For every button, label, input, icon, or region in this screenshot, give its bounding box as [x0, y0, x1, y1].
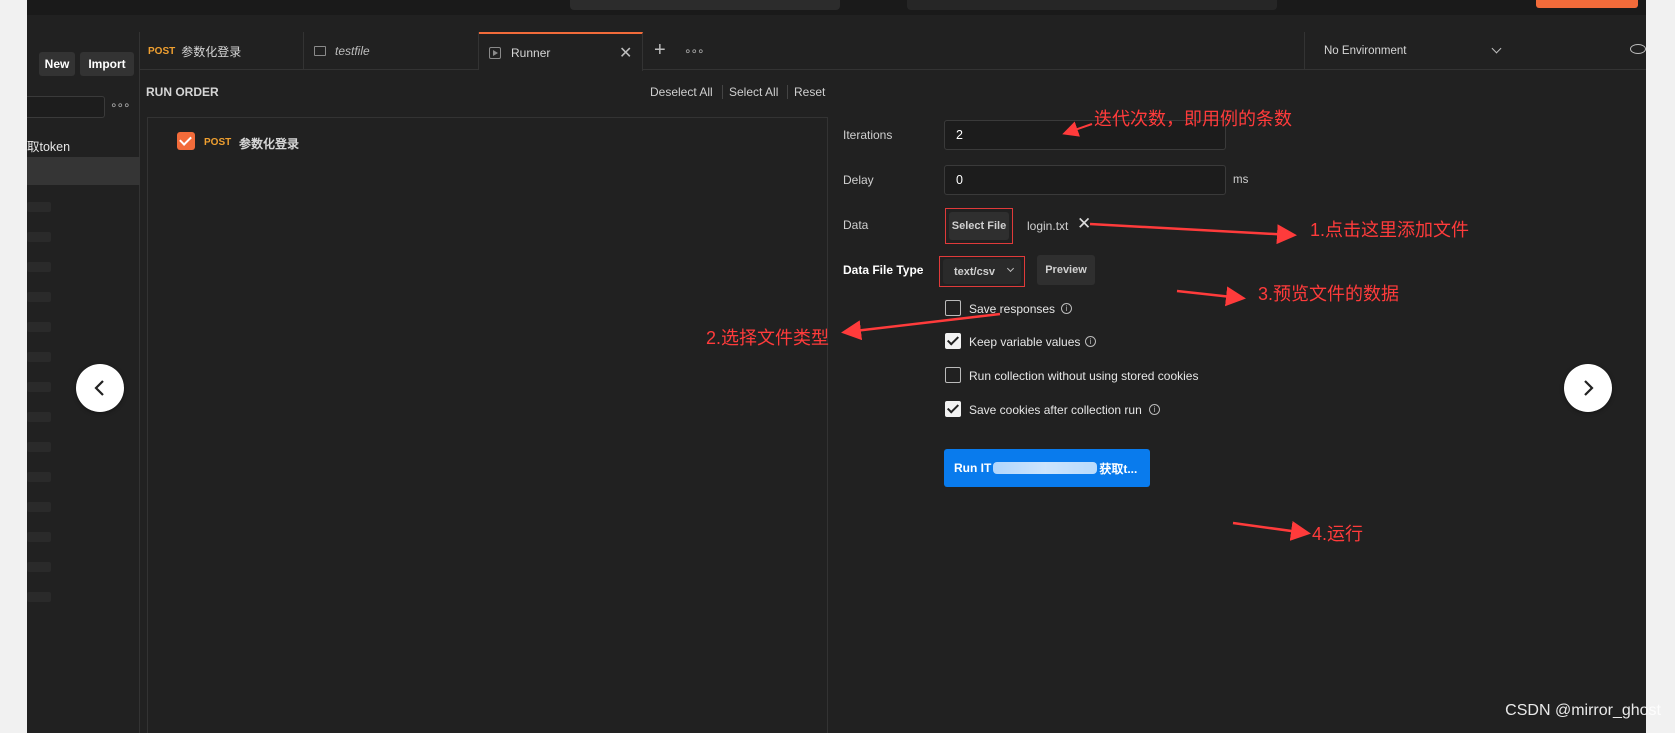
sidebar-ghost-row — [27, 592, 51, 602]
annotation-step2: 2.选择文件类型 — [706, 328, 830, 348]
previous-image-button[interactable] — [76, 364, 124, 412]
sidebar-more-icon[interactable]: ∘∘∘ — [110, 98, 131, 112]
info-icon[interactable]: i — [1149, 404, 1160, 415]
data-label: Data — [843, 218, 869, 232]
chevron-left-icon — [94, 380, 104, 396]
postman-app: New Import ∘∘∘ 取token POST 参数化登录 testfil… — [27, 15, 1646, 733]
annotation-step4: 4.运行 — [1312, 524, 1364, 544]
annotation-step3: 3.预览文件的数据 — [1258, 284, 1400, 304]
file-name: login.txt — [1027, 219, 1069, 233]
delay-label: Delay — [843, 173, 874, 187]
sidebar-ghost-row — [27, 202, 51, 212]
chevron-right-icon — [1584, 380, 1594, 396]
run-item-method: POST — [204, 137, 232, 148]
environment-label: No Environment — [1324, 45, 1407, 57]
redacted-blur — [993, 462, 1098, 474]
close-tab-icon[interactable]: ✕ — [619, 43, 632, 63]
save-responses-checkbox[interactable] — [945, 300, 961, 316]
tab-runner[interactable]: Runner ✕ — [479, 32, 643, 71]
folder-icon — [314, 46, 326, 56]
sidebar-ghost-row — [27, 562, 51, 572]
annotation-step1: 1.点击这里添加文件 — [1310, 220, 1470, 240]
top-orange-button[interactable] — [1536, 0, 1638, 8]
sidebar-ghost-row — [27, 532, 51, 542]
info-icon[interactable]: i — [1085, 336, 1096, 347]
divider — [787, 85, 788, 99]
deselect-all-link[interactable]: Deselect All — [650, 85, 713, 99]
sidebar-ghost-row — [27, 352, 51, 362]
info-icon[interactable]: i — [1061, 303, 1072, 314]
sidebar-search-input[interactable] — [27, 96, 105, 118]
sidebar-item-selected[interactable] — [27, 157, 140, 185]
environment-selector[interactable]: No Environment — [1304, 32, 1616, 70]
run-item-checkbox[interactable] — [177, 132, 195, 150]
iterations-label: Iterations — [843, 128, 893, 142]
annotation-iterations: 迭代次数，即用例的条数 — [1094, 109, 1292, 129]
run-without-cookies-checkbox[interactable] — [945, 367, 961, 383]
run-button-suffix: 获取t... — [1099, 461, 1138, 476]
save-cookies-checkbox[interactable] — [945, 401, 961, 417]
run-button-prefix: Run IT — [954, 461, 992, 475]
remove-file-icon[interactable]: ✕ — [1077, 214, 1091, 234]
tab-method-badge: POST — [148, 45, 176, 57]
divider — [722, 85, 723, 99]
tab-request-label: 参数化登录 — [181, 44, 242, 59]
tab-request[interactable]: POST 参数化登录 — [140, 32, 304, 70]
tab-collection[interactable]: testfile — [304, 32, 479, 70]
sidebar-ghost-row — [27, 322, 51, 332]
import-button[interactable]: Import — [80, 52, 134, 76]
sidebar-ghost-row — [27, 292, 51, 302]
run-order-title: RUN ORDER — [146, 85, 219, 99]
run-order-list: POST 参数化登录 — [147, 117, 828, 733]
eye-icon[interactable] — [1630, 44, 1646, 54]
tab-more-icon[interactable]: ∘∘∘ — [684, 44, 705, 58]
sidebar-item-token[interactable]: 取token — [27, 133, 140, 157]
reset-link[interactable]: Reset — [794, 85, 825, 99]
sidebar-ghost-row — [27, 382, 51, 392]
sidebar-ghost-row — [27, 472, 51, 482]
chevron-down-icon — [1491, 43, 1502, 54]
new-button[interactable]: New — [39, 52, 75, 76]
sidebar-ghost-row — [27, 412, 51, 422]
run-without-cookies-label: Run collection without using stored cook… — [969, 369, 1199, 383]
run-item-label: 参数化登录 — [239, 137, 300, 151]
sidebar-ghost-row — [27, 442, 51, 452]
delay-input[interactable]: 0 — [944, 165, 1226, 195]
top-tab-pill — [907, 0, 1277, 10]
save-responses-label: Save responses — [969, 302, 1056, 316]
watermark: CSDN @mirror_ghost — [1505, 702, 1661, 719]
preview-button[interactable]: Preview — [1037, 255, 1095, 285]
runner-icon — [489, 46, 501, 59]
sidebar-ghost-row — [27, 232, 51, 242]
data-file-type-label: Data File Type — [843, 263, 924, 277]
top-search-pill — [570, 0, 840, 10]
delay-unit: ms — [1233, 174, 1249, 186]
sidebar-ghost-row — [27, 262, 51, 272]
data-file-type-value: text/csv — [954, 265, 995, 278]
tab-collection-label: testfile — [335, 44, 370, 58]
next-image-button[interactable] — [1564, 364, 1612, 412]
tab-runner-label: Runner — [511, 45, 551, 60]
tab-bar: POST 参数化登录 testfile Runner ✕ + ∘∘∘ No En… — [140, 32, 1646, 71]
sidebar-ghost-row — [27, 502, 51, 512]
keep-variable-values-checkbox[interactable] — [945, 333, 961, 349]
select-all-link[interactable]: Select All — [729, 85, 778, 99]
window-top-strip — [27, 0, 1646, 15]
add-tab-icon[interactable]: + — [654, 39, 666, 62]
select-file-button[interactable]: Select File — [949, 212, 1009, 240]
save-cookies-label: Save cookies after collection run — [969, 403, 1142, 417]
keep-variable-values-label: Keep variable values — [969, 335, 1081, 349]
run-collection-button[interactable]: Run IT 获取t... — [944, 449, 1150, 487]
